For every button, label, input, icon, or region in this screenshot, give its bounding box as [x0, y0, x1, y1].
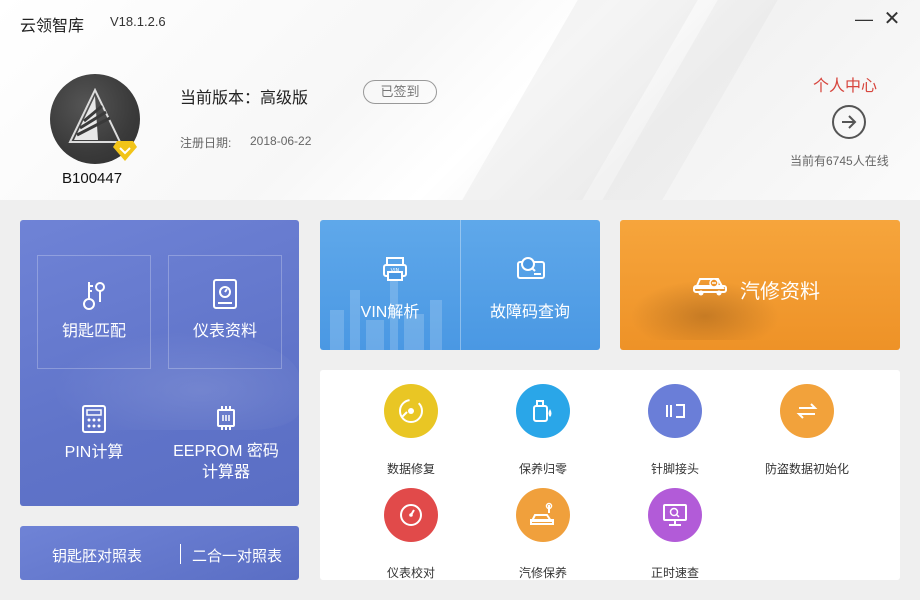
personal-center-link[interactable]: 个人中心: [813, 72, 877, 96]
keys-icon: [83, 282, 105, 310]
grid-item-maintenance-reset[interactable]: 保养归零: [478, 384, 608, 476]
tile-key-match[interactable]: 钥匙匹配: [37, 255, 151, 369]
oil-can-icon: [533, 400, 552, 422]
close-button[interactable]: ✕: [881, 8, 903, 30]
grid-item-circle: [648, 384, 702, 438]
tile-eeprom-calc[interactable]: EEPROM 密码 计算器: [161, 400, 291, 490]
vip-badge-icon: [113, 141, 137, 161]
tile-eeprom-label-line1: EEPROM 密码: [173, 443, 279, 460]
reg-date-label: 注册日期:: [180, 136, 232, 150]
swap-arrows-icon: [796, 403, 818, 419]
header: 云领智库 V18.1.2.6 — ✕ B100447 当前版本：高级版 已签到 …: [0, 0, 920, 200]
grid-item-circle: [384, 488, 438, 542]
reg-date-value: 2018-06-22: [250, 134, 312, 148]
grid-item-circle: [780, 384, 834, 438]
app-version: V18.1.2.6: [110, 14, 166, 29]
grid-label-maintenance-reset: 保养归零: [518, 462, 567, 476]
key-chart-bar: 钥匙胚对照表 二合一对照表: [20, 526, 299, 580]
signed-button[interactable]: 已签到: [363, 80, 437, 104]
grid-item-circle: [384, 384, 438, 438]
gauge-icon: [400, 504, 422, 526]
vin-decode-label: VIN解析: [360, 304, 420, 321]
manual-book-icon: [213, 279, 237, 309]
grid-label-data-repair: 数据修复: [386, 462, 435, 476]
grid-label-car-service: 汽修保养: [518, 566, 567, 580]
grid-item-timing-lookup[interactable]: 正时速查: [610, 488, 740, 580]
tile-dashboard-data-label: 仪表资料: [192, 323, 257, 340]
fault-code-button[interactable]: 故障码查询: [460, 220, 600, 350]
vin-decode-button[interactable]: VIN VIN解析: [320, 220, 460, 350]
user-id: B100447: [62, 170, 123, 187]
grid-label-timing-lookup: 正时速查: [650, 566, 699, 580]
tile-pin-calc-label: PIN计算: [64, 444, 124, 461]
grid-item-circle: [516, 488, 570, 542]
grid-item-circle: [516, 384, 570, 438]
grid-item-pin-connector[interactable]: 针脚接头: [610, 384, 740, 476]
tools-grid-panel: 数据修复 保养归零 针脚接头 防盗数据初始化 仪表校对 汽修保养 正时速查: [320, 370, 900, 580]
personal-center-arrow-button[interactable]: [832, 105, 866, 139]
grid-label-immo-init: 防盗数据初始化: [764, 462, 849, 476]
tile-pin-calc[interactable]: PIN计算: [29, 400, 159, 480]
key-blank-chart-link[interactable]: 钥匙胚对照表: [52, 545, 142, 566]
calculator-icon: [82, 405, 106, 433]
fault-search-icon: [517, 257, 545, 279]
grid-item-car-service[interactable]: 汽修保养: [478, 488, 608, 580]
grid-item-gauge-calibration[interactable]: 仪表校对: [346, 488, 476, 580]
minimize-button[interactable]: —: [853, 8, 875, 30]
bar-divider: [180, 544, 181, 564]
pin-connector-icon: [666, 404, 685, 418]
grid-label-pin-connector: 针脚接头: [650, 462, 699, 476]
monitor-search-icon: [663, 504, 687, 526]
vin-fault-panel: VIN VIN解析 故障码查询: [320, 220, 600, 350]
version-label: 当前版本：高级版: [180, 90, 309, 107]
tile-dashboard-data[interactable]: 仪表资料: [168, 255, 282, 369]
grid-label-gauge-calibration: 仪表校对: [386, 566, 435, 580]
arrow-right-icon: [842, 115, 857, 129]
two-in-one-chart-link[interactable]: 二合一对照表: [192, 545, 282, 566]
disk-repair-icon: [399, 399, 423, 423]
key-tools-panel: 钥匙匹配 仪表资料 PIN计算 EEPROM 密码 计算器: [20, 220, 299, 506]
vin-printer-icon: VIN: [383, 257, 407, 281]
grid-item-data-repair[interactable]: 数据修复: [346, 384, 476, 476]
grid-item-circle: [648, 488, 702, 542]
fault-code-label: 故障码查询: [489, 304, 570, 321]
repair-data-label: 汽修资料: [740, 281, 820, 303]
tile-eeprom-label-line2: 计算器: [201, 464, 250, 481]
car-repair-icon: [693, 278, 727, 296]
chip-icon: [217, 406, 235, 430]
svg-text:VIN: VIN: [391, 268, 400, 274]
car-service-icon: [530, 502, 554, 525]
tile-key-match-label: 钥匙匹配: [61, 323, 126, 340]
grid-item-immo-init[interactable]: 防盗数据初始化: [742, 384, 872, 476]
app-title: 云领智库: [20, 18, 85, 35]
online-count: 当前有6745人在线: [790, 154, 889, 168]
